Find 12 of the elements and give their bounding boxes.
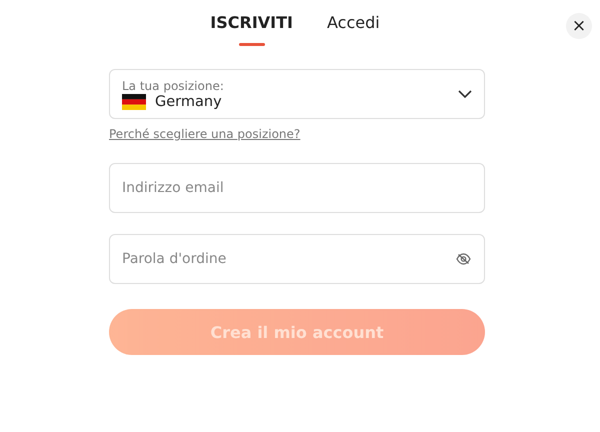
selected-value: Germany [155, 94, 222, 110]
location-select[interactable]: La tua posizione: Germany [109, 69, 485, 119]
flag-icon [122, 94, 146, 110]
password-field[interactable]: Parola d'ordine [109, 234, 485, 284]
tab[interactable]: ISCRIVITI [210, 13, 293, 46]
close-button[interactable]: × [566, 13, 592, 39]
field-label: La tua posizione: [122, 78, 225, 92]
chevron-down-icon [458, 90, 472, 98]
tab[interactable]: Accedi [327, 13, 380, 46]
email-field[interactable]: Indirizzo email [109, 163, 485, 213]
eye-slash-icon[interactable] [456, 253, 471, 265]
help-link[interactable]: Perché scegliere una posizione? [109, 127, 300, 141]
